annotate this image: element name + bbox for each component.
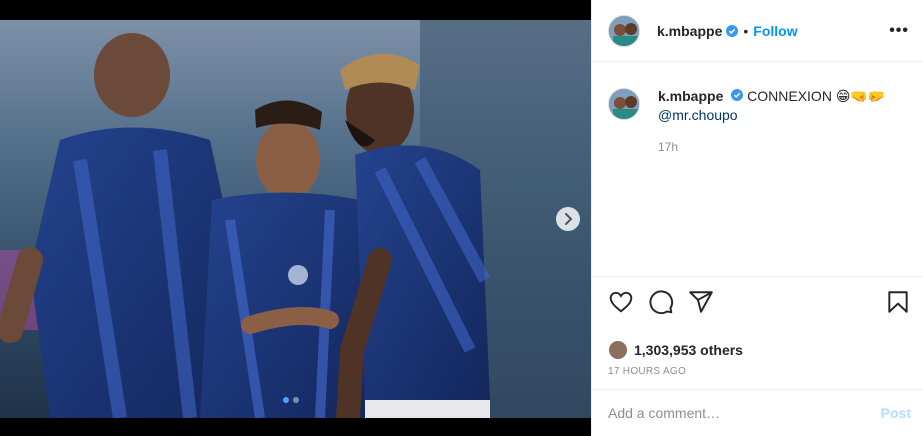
comment-bar: Post (592, 389, 923, 436)
post-photo (0, 0, 591, 436)
likes-count: 1,303,953 others (634, 342, 743, 358)
comment-input[interactable] (608, 405, 881, 421)
likes-summary[interactable]: 1,303,953 others (608, 340, 743, 360)
post-sidebar: k.mbappe • Follow ••• k.mbappe CONNEXION… (591, 0, 923, 436)
verified-badge-icon (731, 89, 744, 101)
heart-icon[interactable] (608, 289, 634, 315)
bookmark-icon[interactable] (885, 289, 911, 315)
caption-username[interactable]: k.mbappe (658, 88, 723, 104)
liker-avatar (608, 340, 628, 360)
avatar-image (609, 15, 639, 46)
post-header: k.mbappe • Follow ••• (592, 0, 923, 62)
verified-badge-icon (726, 24, 739, 37)
post-comment-button[interactable]: Post (881, 405, 911, 421)
share-icon[interactable] (688, 289, 714, 315)
comment-icon[interactable] (648, 289, 674, 315)
post-timestamp[interactable]: 17 HOURS AGO (608, 366, 686, 377)
carousel-dot-active (283, 397, 289, 403)
follow-button[interactable]: Follow (753, 23, 797, 39)
avatar[interactable] (608, 14, 640, 47)
next-arrow-icon (565, 213, 573, 225)
username-link[interactable]: k.mbappe (657, 22, 739, 39)
caption-avatar[interactable] (608, 88, 640, 120)
caption-time[interactable]: 17h (658, 140, 678, 154)
caption-text: k.mbappe CONNEXION 😁🤜🤛 @mr.choupo (658, 87, 885, 125)
carousel-dot (293, 397, 299, 403)
caption: k.mbappe CONNEXION 😁🤜🤛 @mr.choupo (608, 87, 907, 125)
next-slide-button[interactable] (556, 207, 580, 231)
action-bar (592, 276, 923, 326)
mention-link[interactable]: @mr.choupo (658, 106, 885, 125)
photo-image (0, 20, 591, 418)
avatar-image (609, 89, 639, 119)
more-options-icon[interactable]: ••• (889, 22, 909, 40)
carousel-indicator (283, 397, 299, 403)
username: k.mbappe (657, 22, 723, 39)
caption-body: CONNEXION 😁🤜🤛 (747, 88, 886, 104)
separator-dot: • (743, 22, 749, 39)
